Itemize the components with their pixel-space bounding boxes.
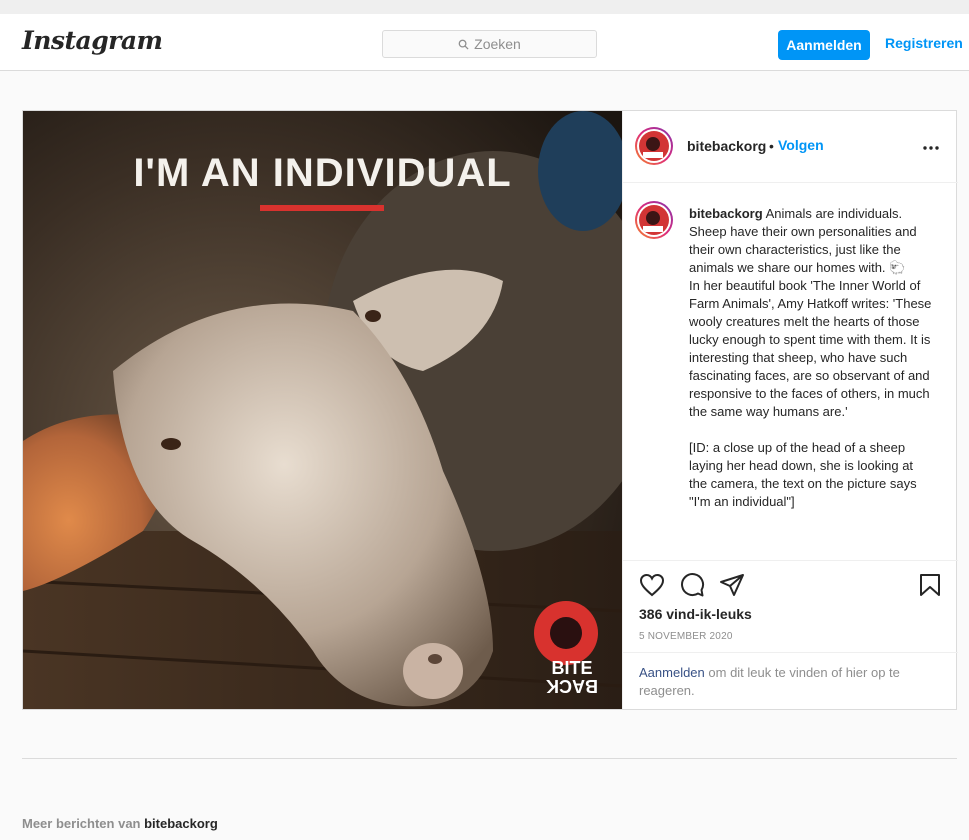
- login-link[interactable]: Aanmelden: [639, 665, 705, 680]
- post-image[interactable]: I'M AN INDIVIDUAL BITE BACK: [23, 111, 622, 709]
- image-overlay-text: I'M AN INDIVIDUAL: [133, 151, 512, 195]
- bookmark-icon[interactable]: [919, 573, 941, 597]
- post-sidebar: bitebackorg • Volgen bitebackorg Animals…: [622, 111, 958, 711]
- post-header: bitebackorg • Volgen: [623, 111, 958, 183]
- more-posts-heading: Meer berichten van bitebackorg: [22, 816, 218, 831]
- follow-button[interactable]: Volgen: [778, 137, 824, 153]
- post-actions: 386 vind-ik-leuks: [623, 561, 958, 641]
- separator-dot: •: [769, 138, 774, 154]
- biteback-avatar-icon: [639, 131, 669, 161]
- heart-icon[interactable]: [639, 573, 665, 597]
- register-link[interactable]: Registreren: [885, 35, 963, 51]
- comment-icon[interactable]: [679, 573, 705, 597]
- more-posts-username[interactable]: bitebackorg: [144, 816, 218, 831]
- section-divider: [22, 758, 957, 759]
- more-posts-prefix: Meer berichten van: [22, 816, 145, 831]
- caption-text: bitebackorg Animals are individuals. She…: [689, 205, 934, 511]
- post-caption: bitebackorg Animals are individuals. She…: [623, 183, 958, 561]
- search-placeholder: Zoeken: [474, 36, 521, 52]
- post-date: 5 NOVEMBER 2020: [639, 631, 733, 642]
- post-username[interactable]: bitebackorg: [687, 138, 766, 154]
- share-icon[interactable]: [719, 573, 745, 597]
- login-prompt: Aanmelden om dit leuk te vinden of hier …: [623, 652, 958, 711]
- more-options-icon[interactable]: [923, 133, 939, 156]
- caption-body: Animals are individuals. Sheep have thei…: [689, 206, 932, 509]
- image-logo-bottom: BACK: [546, 676, 598, 696]
- biteback-avatar-icon: [639, 205, 669, 235]
- top-navbar: Instagram Zoeken Aanmelden Registreren: [0, 14, 969, 71]
- search-icon: [458, 39, 469, 50]
- top-strip: [0, 0, 969, 14]
- avatar[interactable]: [635, 127, 673, 165]
- biteback-image-logo: BITE BACK: [541, 658, 603, 696]
- image-logo-top: BITE: [551, 658, 593, 678]
- sheep-photo: [23, 111, 622, 709]
- like-count[interactable]: 386 vind-ik-leuks: [639, 606, 752, 622]
- search-input[interactable]: Zoeken: [382, 30, 597, 58]
- instagram-logo[interactable]: Instagram: [22, 26, 163, 55]
- caption-avatar[interactable]: [635, 201, 673, 239]
- login-button[interactable]: Aanmelden: [778, 30, 870, 60]
- caption-username[interactable]: bitebackorg: [689, 206, 763, 221]
- post-card: I'M AN INDIVIDUAL BITE BACK bitebackorg …: [22, 110, 958, 711]
